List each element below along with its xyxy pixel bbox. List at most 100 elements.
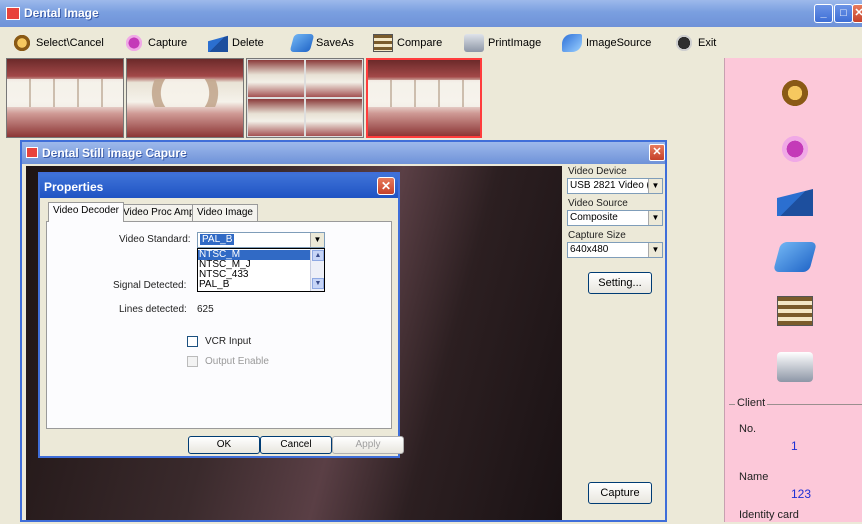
video-standard-dropdown-list: NTSC_M NTSC_M_J NTSC_433 PAL_B ▲ ▼: [197, 248, 325, 292]
apply-button: Apply: [332, 436, 404, 454]
properties-dialog: Properties ✕ Video Decoder Video Proc Am…: [38, 172, 404, 458]
right-panel: Client No. 1 Name 123 Identity card: [724, 58, 862, 522]
ok-button[interactable]: OK: [188, 436, 260, 454]
chevron-down-icon: ▼: [648, 179, 662, 193]
teeth-image: [7, 79, 123, 108]
clapper-icon: [208, 35, 228, 52]
app-window: Dental Image _ □ ✕ Select\Cancel Capture…: [0, 0, 862, 522]
capture-controls: Video Device USB 2821 Video (W ▼ Video S…: [566, 166, 664, 520]
capture-icon: [124, 34, 144, 52]
client-name-value: 123: [791, 487, 812, 501]
chevron-down-icon: ▼: [648, 243, 662, 257]
vcr-input-checkbox[interactable]: [187, 336, 198, 347]
maximize-button[interactable]: □: [834, 4, 853, 23]
client-no-value: 1: [791, 439, 798, 453]
tab-video-decoder[interactable]: Video Decoder: [48, 202, 124, 222]
thumbnail-strip: [6, 58, 726, 138]
lines-detected-label: Lines detected:: [119, 304, 187, 315]
window-title: Dental Image: [24, 6, 99, 20]
thumbnail-image-selected[interactable]: [366, 58, 482, 138]
signal-detected-label: Signal Detected:: [113, 280, 187, 291]
dropdown-scrollbar[interactable]: ▲ ▼: [310, 249, 324, 291]
quad-image: [247, 98, 305, 137]
teeth-image: [368, 79, 480, 108]
tab-video-proc-amp[interactable]: Video Proc Amp: [118, 204, 200, 221]
capture-label: Capture: [148, 37, 188, 49]
image-source-button[interactable]: ImageSource: [562, 32, 651, 54]
tab-video-image[interactable]: Video Image: [192, 204, 258, 221]
client-no-label: No.: [739, 423, 757, 435]
video-standard-select[interactable]: PAL_B ▼: [197, 232, 325, 248]
video-device-label: Video Device: [568, 166, 627, 177]
capture-dialog-titlebar: Dental Still image Capure ✕: [22, 142, 665, 164]
setting-button[interactable]: Setting...: [588, 272, 652, 294]
compare-label: Compare: [397, 37, 443, 49]
clapper-icon[interactable]: [777, 189, 813, 216]
chevron-down-icon: ▼: [310, 233, 324, 247]
video-source-value: Composite: [570, 212, 618, 223]
dropdown-option[interactable]: PAL_B: [198, 280, 310, 290]
app-logo-icon: [6, 7, 20, 20]
video-decoder-panel: Video Standard: PAL_B ▼ NTSC_M NTSC_M_J …: [46, 221, 392, 429]
select-cancel-label: Select\Cancel: [36, 37, 104, 49]
video-source-label: Video Source: [568, 198, 628, 209]
thumbnail-image[interactable]: [6, 58, 124, 138]
minimize-button[interactable]: _: [814, 4, 833, 23]
client-legend: Client: [735, 397, 768, 409]
quad-image: [305, 98, 363, 137]
capture-dialog-title: Dental Still image Capure: [42, 146, 187, 160]
thumbnail-image[interactable]: [246, 58, 364, 138]
quad-image: [247, 59, 305, 98]
video-standard-value: PAL_B: [200, 234, 235, 245]
film-reel-icon: [12, 34, 32, 52]
properties-title: Properties: [44, 180, 104, 194]
lines-detected-value: 625: [197, 304, 214, 315]
output-enable-checkbox: [187, 356, 198, 367]
teeth-image: [127, 79, 243, 108]
thumbnail-image[interactable]: [126, 58, 244, 138]
video-device-select[interactable]: USB 2821 Video (W ▼: [567, 178, 663, 194]
compare-icon: [373, 34, 393, 52]
close-button[interactable]: ✕: [852, 4, 862, 23]
client-group: Client No. 1 Name 123 Identity card: [729, 397, 862, 524]
capture-icon[interactable]: [777, 134, 813, 164]
title-bar: Dental Image _ □ ✕: [0, 0, 862, 27]
compare-button[interactable]: Compare: [373, 32, 442, 54]
capture-button[interactable]: Capture: [588, 482, 652, 504]
capture-size-value: 640x480: [570, 244, 609, 255]
client-name-label: Name: [739, 471, 769, 483]
cancel-button[interactable]: Cancel: [260, 436, 332, 454]
identity-card-label: Identity card: [739, 509, 799, 521]
image-source-icon: [562, 34, 582, 52]
properties-close-button[interactable]: ✕: [377, 177, 395, 195]
exit-icon: [674, 34, 694, 52]
quad-image: [305, 59, 363, 98]
video-standard-label: Video Standard:: [119, 234, 191, 245]
compare-icon[interactable]: [777, 296, 813, 326]
video-device-value: USB 2821 Video (W: [570, 180, 660, 191]
vcr-input-label: VCR Input: [205, 336, 252, 347]
select-cancel-button[interactable]: Select\Cancel: [12, 32, 104, 54]
delete-button[interactable]: Delete: [208, 32, 264, 54]
film-reel-icon[interactable]: [777, 78, 813, 108]
scroll-down-icon[interactable]: ▼: [312, 278, 324, 289]
app-logo-icon: [26, 147, 38, 158]
capture-size-label: Capture Size: [568, 230, 626, 241]
print-image-button[interactable]: PrintImage: [464, 32, 541, 54]
image-source-label: ImageSource: [586, 37, 652, 49]
save-as-label: SaveAs: [316, 37, 354, 49]
delete-label: Delete: [232, 37, 264, 49]
printer-icon: [464, 34, 484, 52]
properties-titlebar: Properties ✕: [40, 174, 398, 198]
capture-toolbar-button[interactable]: Capture: [124, 32, 187, 54]
capture-dialog-close-button[interactable]: ✕: [649, 144, 665, 161]
capture-size-select[interactable]: 640x480 ▼: [567, 242, 663, 258]
output-enable-label: Output Enable: [205, 356, 269, 367]
save-icon[interactable]: [772, 242, 818, 272]
save-as-button[interactable]: SaveAs: [289, 32, 354, 54]
video-source-select[interactable]: Composite ▼: [567, 210, 663, 226]
toolbar: Select\Cancel Capture Delete SaveAs Comp…: [0, 28, 862, 56]
exit-button[interactable]: Exit: [674, 32, 716, 54]
printer-icon[interactable]: [777, 352, 813, 382]
scroll-up-icon[interactable]: ▲: [312, 250, 324, 261]
